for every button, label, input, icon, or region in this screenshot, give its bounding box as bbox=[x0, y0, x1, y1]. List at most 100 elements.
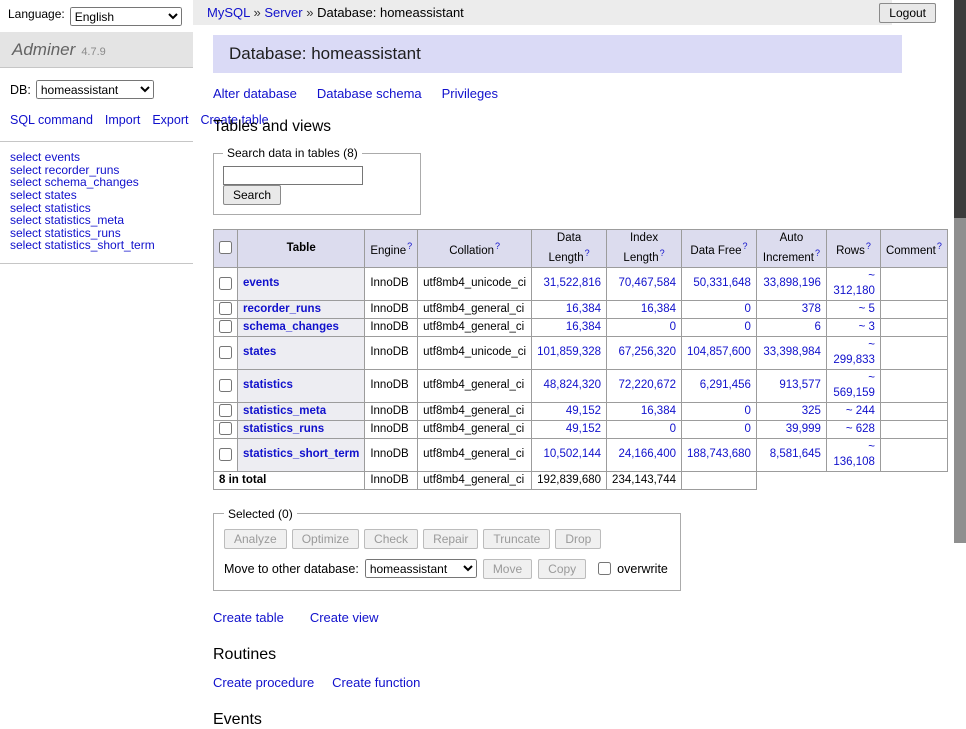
row-checkbox[interactable] bbox=[219, 404, 232, 417]
data-length-value[interactable]: 16,384 bbox=[566, 303, 601, 315]
search-button[interactable]: Search bbox=[223, 185, 281, 205]
index-length-value[interactable]: 67,256,320 bbox=[618, 346, 676, 358]
data-length-value[interactable]: 101,859,328 bbox=[537, 346, 601, 358]
help-icon[interactable]: ? bbox=[585, 248, 590, 258]
sidebar-link-export[interactable]: Export bbox=[152, 113, 188, 127]
table-link-schema_changes[interactable]: schema_changes bbox=[243, 321, 339, 333]
move-db-select[interactable]: homeassistant bbox=[365, 559, 477, 578]
rows-value[interactable]: ~ 628 bbox=[846, 423, 875, 435]
index-length-value[interactable]: 0 bbox=[670, 423, 676, 435]
vertical-scrollbar[interactable] bbox=[954, 0, 966, 543]
auto-increment-value[interactable]: 33,398,984 bbox=[763, 346, 821, 358]
help-icon[interactable]: ? bbox=[743, 241, 748, 251]
rows-value[interactable]: ~ 3 bbox=[859, 321, 875, 333]
sidebar-link-sql-command[interactable]: SQL command bbox=[10, 113, 93, 127]
truncate-button[interactable]: Truncate bbox=[483, 529, 550, 549]
index-length-value[interactable]: 16,384 bbox=[641, 405, 676, 417]
data-length-value[interactable]: 49,152 bbox=[566, 405, 601, 417]
select-all-checkbox[interactable] bbox=[219, 241, 232, 254]
data-length-value[interactable]: 16,384 bbox=[566, 321, 601, 333]
auto-increment-value[interactable]: 913,577 bbox=[779, 379, 821, 391]
db-select[interactable]: homeassistant bbox=[36, 80, 154, 99]
check-button[interactable]: Check bbox=[364, 529, 418, 549]
table-link-recorder_runs[interactable]: recorder_runs bbox=[243, 303, 321, 315]
analyze-button[interactable]: Analyze bbox=[224, 529, 287, 549]
data-length-value[interactable]: 10,502,144 bbox=[543, 448, 601, 460]
data-free-value[interactable]: 0 bbox=[745, 321, 751, 333]
rows-value[interactable]: ~ 312,180 bbox=[833, 270, 875, 297]
drop-button[interactable]: Drop bbox=[555, 529, 601, 549]
app-name[interactable]: Adminer bbox=[12, 40, 75, 60]
rows-value[interactable]: ~ 299,833 bbox=[833, 339, 875, 366]
data-free-value[interactable]: 50,331,648 bbox=[693, 277, 751, 289]
data-free-value[interactable]: 188,743,680 bbox=[687, 448, 751, 460]
overwrite-checkbox[interactable] bbox=[598, 562, 611, 575]
help-icon[interactable]: ? bbox=[407, 241, 412, 251]
help-icon[interactable]: ? bbox=[660, 248, 665, 258]
table-link-statistics_runs[interactable]: statistics_runs bbox=[243, 423, 324, 435]
sidebar-link-import[interactable]: Import bbox=[105, 113, 140, 127]
create-procedure-link[interactable]: Create procedure bbox=[213, 675, 314, 690]
row-checkbox[interactable] bbox=[219, 346, 232, 359]
auto-increment-value[interactable]: 39,999 bbox=[786, 423, 821, 435]
rows-value[interactable]: ~ 244 bbox=[846, 405, 875, 417]
row-checkbox[interactable] bbox=[219, 277, 232, 290]
help-icon[interactable]: ? bbox=[815, 248, 820, 258]
table-link-statistics[interactable]: statistics bbox=[243, 379, 293, 391]
row-checkbox[interactable] bbox=[219, 302, 232, 315]
index-length-value[interactable]: 16,384 bbox=[641, 303, 676, 315]
data-free-value[interactable]: 0 bbox=[745, 423, 751, 435]
sidebar-select-states[interactable]: select states bbox=[10, 189, 183, 202]
row-checkbox[interactable] bbox=[219, 320, 232, 333]
data-free-value[interactable]: 0 bbox=[745, 303, 751, 315]
nav-link-privileges[interactable]: Privileges bbox=[442, 86, 498, 101]
scrollbar-thumb[interactable] bbox=[954, 0, 966, 218]
data-free-value[interactable]: 104,857,600 bbox=[687, 346, 751, 358]
row-checkbox[interactable] bbox=[219, 422, 232, 435]
auto-increment-value[interactable]: 378 bbox=[802, 303, 821, 315]
adminer-logo[interactable]: Adminer 4.7.9 bbox=[0, 32, 193, 68]
create-function-link[interactable]: Create function bbox=[332, 675, 420, 690]
copy-button[interactable]: Copy bbox=[538, 559, 586, 579]
rows-value[interactable]: ~ 569,159 bbox=[833, 372, 875, 399]
language-select[interactable]: English bbox=[70, 7, 182, 26]
help-icon[interactable]: ? bbox=[866, 241, 871, 251]
auto-increment-value[interactable]: 33,898,196 bbox=[763, 277, 821, 289]
breadcrumb-link-server[interactable]: Server bbox=[264, 5, 302, 20]
breadcrumb-link-mysql[interactable]: MySQL bbox=[207, 5, 250, 20]
data-length-value[interactable]: 31,522,816 bbox=[543, 277, 601, 289]
data-length-value[interactable]: 48,824,320 bbox=[543, 379, 601, 391]
index-length-value[interactable]: 24,166,400 bbox=[618, 448, 676, 460]
optimize-button[interactable]: Optimize bbox=[292, 529, 359, 549]
table-link-events[interactable]: events bbox=[243, 277, 279, 289]
sidebar-select-statistics-meta[interactable]: select statistics_meta bbox=[10, 214, 183, 227]
move-button[interactable]: Move bbox=[483, 559, 532, 579]
sidebar-select-events[interactable]: select events bbox=[10, 151, 183, 164]
auto-increment-value[interactable]: 8,581,645 bbox=[770, 448, 821, 460]
data-free-value[interactable]: 6,291,456 bbox=[700, 379, 751, 391]
table-link-states[interactable]: states bbox=[243, 346, 276, 358]
rows-value[interactable]: ~ 5 bbox=[859, 303, 875, 315]
sidebar-select-statistics-short-term[interactable]: select statistics_short_term bbox=[10, 239, 183, 252]
table-link-statistics_short_term[interactable]: statistics_short_term bbox=[243, 448, 359, 460]
search-input[interactable] bbox=[223, 166, 363, 185]
nav-link-alter-database[interactable]: Alter database bbox=[213, 86, 297, 101]
index-length-value[interactable]: 70,467,584 bbox=[618, 277, 676, 289]
nav-link-database-schema[interactable]: Database schema bbox=[317, 86, 422, 101]
data-free-value[interactable]: 0 bbox=[745, 405, 751, 417]
help-icon[interactable]: ? bbox=[937, 241, 942, 251]
auto-increment-value[interactable]: 6 bbox=[815, 321, 821, 333]
row-checkbox[interactable] bbox=[219, 379, 232, 392]
rows-value[interactable]: ~ 136,108 bbox=[833, 441, 875, 468]
index-length-value[interactable]: 72,220,672 bbox=[618, 379, 676, 391]
repair-button[interactable]: Repair bbox=[423, 529, 478, 549]
table-link-statistics_meta[interactable]: statistics_meta bbox=[243, 405, 326, 417]
logout-button[interactable]: Logout bbox=[879, 3, 936, 23]
row-checkbox[interactable] bbox=[219, 448, 232, 461]
data-length-value[interactable]: 49,152 bbox=[566, 423, 601, 435]
index-length-value[interactable]: 0 bbox=[670, 321, 676, 333]
auto-increment-value[interactable]: 325 bbox=[802, 405, 821, 417]
create-table-link[interactable]: Create table bbox=[213, 610, 284, 625]
help-icon[interactable]: ? bbox=[495, 241, 500, 251]
create-view-link[interactable]: Create view bbox=[310, 610, 379, 625]
